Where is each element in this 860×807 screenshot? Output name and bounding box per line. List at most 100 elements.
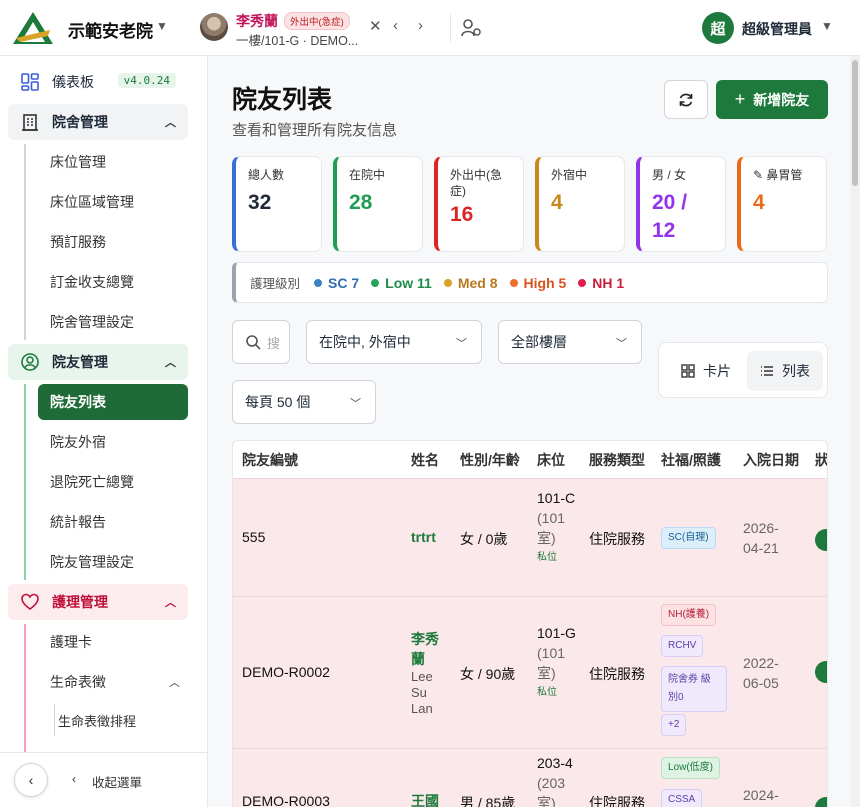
patient-status-badge: 外出中(急症)	[284, 12, 350, 30]
sidebar-group-label: 院友管理	[52, 354, 108, 370]
subsidy-tag: 院舍券 級別0	[661, 666, 727, 712]
chevron-down-icon[interactable]: ▼	[156, 19, 168, 33]
chevron-right-icon[interactable]: ›	[418, 17, 423, 34]
column-header[interactable]: 床位	[537, 441, 565, 479]
care-level-item[interactable]: High 5	[509, 275, 566, 291]
chevron-up-icon[interactable]: ︿	[165, 354, 176, 370]
collapse-label[interactable]: 收起選單	[92, 772, 142, 791]
floor-select[interactable]: 全部樓層 ﹀	[498, 320, 642, 364]
patient-avatar[interactable]	[200, 13, 228, 41]
column-header[interactable]: 性別/年齡	[460, 441, 520, 479]
care-level-item[interactable]: Med 8	[443, 275, 498, 291]
floor-value: 全部樓層	[511, 334, 567, 350]
status-badge	[815, 529, 827, 551]
care-level-item[interactable]: SC 7	[314, 275, 359, 291]
user-settings-icon[interactable]	[460, 17, 482, 39]
resident-id: 555	[242, 529, 266, 545]
chevron-up-icon[interactable]: ︿	[165, 114, 176, 130]
column-header[interactable]: 服務類型	[589, 441, 645, 479]
table-row[interactable]: 555 trtrt 女 / 0歲 101-C (101室) 私位 住院服務 SC…	[233, 478, 827, 596]
sidebar-item-vitals[interactable]: 生命表徵 ︿	[38, 664, 188, 700]
user-circle-icon	[20, 352, 40, 372]
stat-value: 32	[248, 191, 272, 214]
table-row[interactable]: DEMO-R0003 王國 男 / 85歲 203-4 (203室) 住院服務 …	[233, 748, 827, 807]
sidebar-item-facility-settings[interactable]: 院舍管理設定	[38, 304, 188, 340]
close-icon[interactable]: ✕	[369, 17, 382, 35]
stat-card-gender: 男 / 女 20 / 12	[636, 156, 726, 252]
chevron-down-icon[interactable]: ▼	[821, 19, 833, 33]
add-resident-label: 新增院友	[753, 91, 810, 108]
sidebar-item-resident-leave[interactable]: 院友外宿	[38, 424, 188, 460]
resident-name[interactable]: trtrt	[411, 529, 436, 545]
sidebar-group-residents[interactable]: 院友管理 ︿	[8, 344, 188, 380]
sidebar-item-deposit[interactable]: 訂金收支總覽	[38, 264, 188, 300]
view-list-button[interactable]: 列表	[747, 351, 823, 391]
admin-name[interactable]: 超級管理員	[742, 19, 812, 39]
admission-date: 2022-06-05	[743, 655, 779, 691]
patient-name[interactable]: 李秀蘭	[236, 11, 278, 31]
bed-number: 101-C	[537, 490, 576, 506]
refresh-button[interactable]	[664, 80, 708, 119]
add-resident-button[interactable]: + 新增院友	[716, 80, 828, 119]
divider	[24, 144, 26, 340]
page-title: 院友列表	[232, 86, 333, 114]
sidebar-group-facility[interactable]: 院舍管理 ︿	[8, 104, 188, 140]
building-icon	[20, 112, 40, 132]
column-header[interactable]: 院友編號	[242, 441, 298, 479]
gender-age: 男 / 85歲	[460, 795, 516, 807]
scrollbar-thumb[interactable]	[852, 60, 858, 186]
scrollbar[interactable]	[850, 56, 860, 807]
room-number: (101室)	[537, 510, 566, 546]
sidebar-item-nursing-card[interactable]: 護理卡	[38, 624, 188, 660]
table-row[interactable]: DEMO-R0002 李秀蘭 Lee Su Lan 女 / 90歲 101-G …	[233, 596, 827, 748]
sidebar-item-resident-settings[interactable]: 院友管理設定	[38, 544, 188, 580]
sidebar-item-resident-list[interactable]: 院友列表	[38, 384, 188, 420]
sidebar-item-dashboard[interactable]: 儀表板 v4.0.24	[8, 64, 188, 100]
column-header[interactable]: 入院日期	[743, 441, 799, 479]
more-tags-badge[interactable]: +2	[661, 714, 687, 736]
refresh-icon	[679, 93, 693, 106]
chevron-down-icon: ﹀	[616, 338, 627, 350]
heart-icon	[20, 592, 40, 612]
column-header[interactable]: 姓名	[411, 441, 439, 479]
sidebar-group-nursing[interactable]: 護理管理 ︿	[8, 584, 188, 620]
per-page-value: 每頁 50 個	[245, 394, 311, 410]
sidebar-item-statistics[interactable]: 統計報告	[38, 504, 188, 540]
search-input[interactable]: 搜	[232, 320, 290, 364]
stat-label: ✎ 鼻胃管	[753, 168, 803, 182]
chevron-up-icon[interactable]: ︿	[169, 674, 180, 690]
resident-id: DEMO-R0003	[242, 793, 330, 807]
stat-card-ng-tube: ✎ 鼻胃管 4	[737, 156, 827, 252]
room-number: (101室)	[537, 645, 566, 681]
sidebar-item-vitals-schedule[interactable]: 生命表徵排程	[46, 702, 186, 738]
admin-avatar[interactable]: 超	[702, 12, 734, 44]
subsidy-tag: RCHV	[661, 635, 704, 657]
chevron-left-icon[interactable]: ‹	[393, 17, 398, 34]
stat-value: 4	[551, 191, 563, 214]
resident-name[interactable]: 李秀蘭	[411, 629, 447, 669]
stat-value: 4	[753, 191, 765, 214]
view-list-label: 列表	[782, 363, 810, 379]
plus-icon: +	[734, 89, 746, 109]
care-level-item[interactable]: Low 11	[371, 275, 432, 291]
service-type: 住院服務	[589, 531, 645, 547]
bed-cell: 101-G (101室) 私位	[537, 623, 577, 703]
column-header[interactable]: 社福/照護	[661, 441, 721, 479]
chevron-up-icon[interactable]: ︿	[165, 594, 176, 610]
care-level-item[interactable]: NH 1	[578, 275, 624, 291]
collapse-sidebar-button[interactable]: ‹	[14, 763, 48, 797]
stat-card-total: 總人數 32	[232, 156, 322, 252]
room-number: (203室)	[537, 775, 566, 807]
view-card-button[interactable]: 卡片	[667, 351, 745, 391]
org-name[interactable]: 示範安老院	[68, 17, 153, 42]
status-select[interactable]: 在院中, 外宿中 ﹀	[306, 320, 482, 364]
sidebar-item-discharge[interactable]: 退院死亡總覽	[38, 464, 188, 500]
resident-english-name: Lee Su Lan	[411, 669, 433, 716]
sidebar-item-booking[interactable]: 預訂服務	[38, 224, 188, 260]
per-page-select[interactable]: 每頁 50 個 ﹀	[232, 380, 376, 424]
sidebar-item-bed-zones[interactable]: 床位區域管理	[38, 184, 188, 220]
column-header[interactable]: 狀	[815, 441, 827, 479]
resident-name[interactable]: 王國	[411, 791, 439, 807]
sidebar-item-beds[interactable]: 床位管理	[38, 144, 188, 180]
sidebar-footer: ‹ ‹ 收起選單	[0, 752, 207, 807]
